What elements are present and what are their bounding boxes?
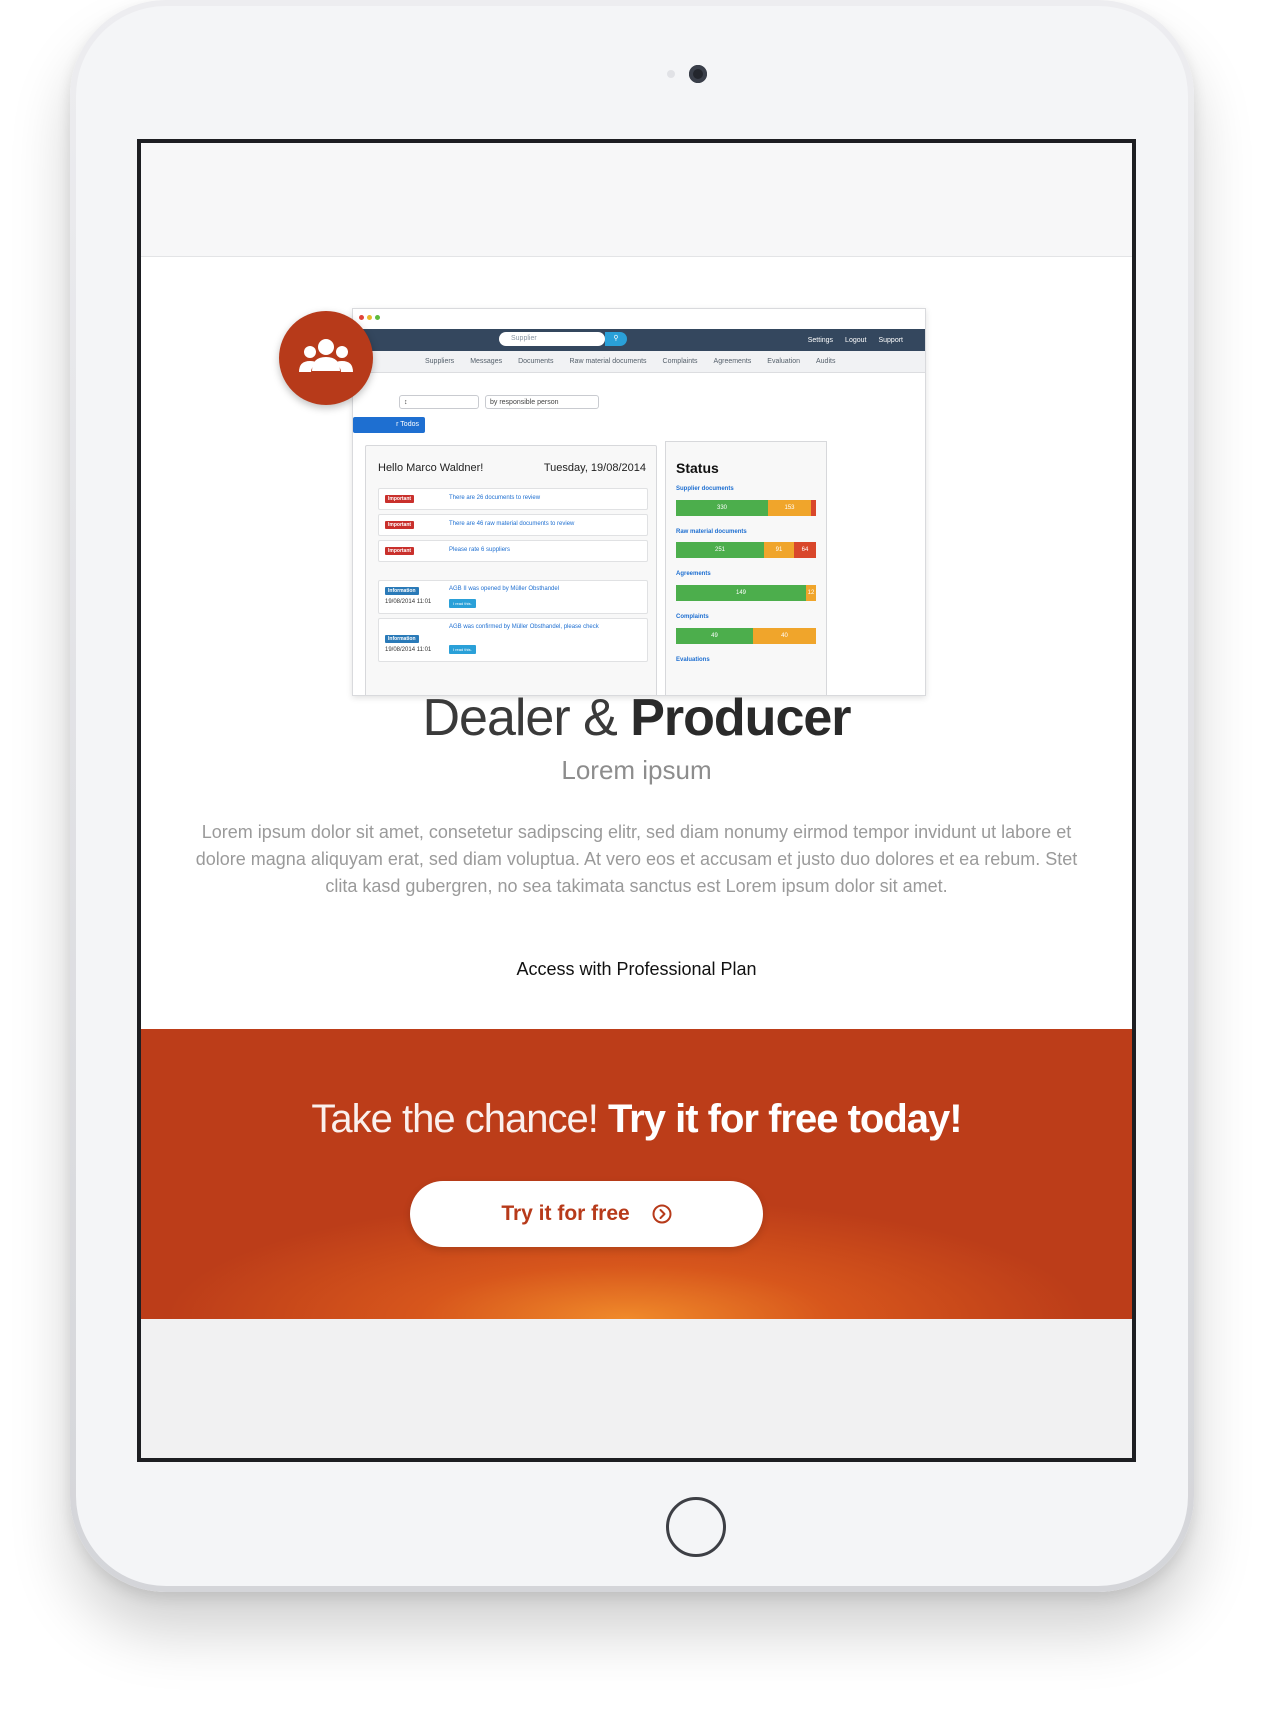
mock-important-text: Please rate 6 suppliers bbox=[449, 547, 511, 553]
feature-title-bold: Producer bbox=[630, 689, 851, 747]
footer-strip bbox=[141, 1319, 1132, 1458]
mock-status-label: Evaluations bbox=[676, 657, 710, 663]
tablet-screen: Supplier ⚲ Settings Logout Support Suppl… bbox=[137, 139, 1136, 1462]
mock-navbar: Supplier ⚲ Settings Logout Support bbox=[353, 329, 925, 351]
mock-todos-button: r Todos bbox=[353, 417, 425, 433]
light-sensor bbox=[667, 70, 675, 78]
mock-info-text: AGB II was opened by Müller Obsthandel bbox=[449, 586, 560, 592]
feature-subtitle: Lorem ipsum bbox=[561, 755, 712, 785]
mock-status-label: Supplier documents bbox=[676, 486, 734, 492]
bar-segment bbox=[811, 500, 816, 516]
mock-important-row: Important There are 26 documents to revi… bbox=[378, 488, 648, 510]
mock-tab: Raw material documents bbox=[569, 358, 647, 365]
mock-nav-support: Support bbox=[878, 336, 903, 344]
bar-segment: 64 bbox=[794, 542, 816, 558]
mock-nav-settings: Settings bbox=[807, 336, 834, 344]
dashboard-screenshot: Supplier ⚲ Settings Logout Support Suppl… bbox=[352, 308, 926, 696]
mock-tab: Complaints bbox=[662, 358, 698, 365]
home-button[interactable] bbox=[666, 1497, 726, 1557]
mock-tab: Agreements bbox=[713, 358, 752, 365]
mock-status-bar: 251 91 64 bbox=[676, 542, 816, 558]
feature-title: Dealer & Producer bbox=[141, 688, 1132, 748]
feature-description: Lorem ipsum dolor sit amet, consetetur s… bbox=[195, 822, 1078, 896]
cta-section: Take the chance! Try it for free today! … bbox=[141, 1029, 1132, 1319]
bar-segment: 91 bbox=[764, 542, 794, 558]
mock-important-badge: Important bbox=[385, 547, 415, 555]
mock-info-text: AGB was confirmed by Müller Obsthandel, … bbox=[449, 624, 599, 630]
mock-select-filter: ↕ bbox=[399, 395, 479, 409]
mock-tab: Messages bbox=[470, 358, 503, 365]
mock-tabs: Suppliers Messages Documents Raw materia… bbox=[353, 351, 925, 373]
mock-info-timestamp: 19/08/2014 11:01 bbox=[385, 599, 432, 605]
bar-segment: 153 bbox=[768, 500, 811, 516]
bar-segment: 49 bbox=[676, 628, 753, 644]
camera-icon bbox=[689, 65, 707, 83]
bar-segment: 40 bbox=[753, 628, 816, 644]
mock-search-icon: ⚲ bbox=[605, 332, 627, 346]
mock-info-badge: Information bbox=[385, 587, 419, 595]
cta-heading-light: Take the chance! bbox=[311, 1097, 608, 1141]
feature-title-light: Dealer & bbox=[422, 689, 631, 747]
mock-important-text: There are 46 raw material documents to r… bbox=[449, 521, 575, 527]
mock-tab: Documents bbox=[518, 358, 554, 365]
cta-heading-bold: Try it for free today! bbox=[607, 1097, 963, 1141]
mock-info-timestamp: 19/08/2014 11:01 bbox=[385, 647, 432, 653]
window-dot bbox=[375, 315, 380, 320]
bar-segment: 149 bbox=[676, 585, 806, 601]
mock-status-label: Raw material documents bbox=[676, 529, 747, 535]
mock-select-responsible-label: by responsible person bbox=[490, 399, 559, 406]
mock-important-row: Important There are 46 raw material docu… bbox=[378, 514, 648, 536]
mock-info-row: Information 19/08/2014 11:01 AGB was con… bbox=[378, 618, 648, 662]
mock-status-label: Agreements bbox=[676, 571, 711, 577]
mock-search-input: Supplier bbox=[499, 332, 605, 346]
mock-status-panel: Status Supplier documents 330 153 Raw ma… bbox=[665, 441, 827, 695]
mock-important-text: There are 26 documents to review bbox=[449, 495, 541, 501]
site-header bbox=[141, 143, 1132, 257]
mock-status-bar: 330 153 bbox=[676, 500, 816, 516]
mock-read-button: I read this. bbox=[449, 645, 476, 654]
mock-greeting: Hello Marco Waldner! bbox=[378, 462, 484, 474]
plan-access-note: Access with Professional Plan bbox=[516, 959, 757, 979]
mock-info-badge: Information bbox=[385, 635, 419, 643]
bar-segment: 12 bbox=[806, 585, 816, 601]
mock-status-title: Status bbox=[676, 460, 719, 476]
mock-todo-card: Hello Marco Waldner! Tuesday, 19/08/2014… bbox=[365, 445, 657, 695]
users-icon bbox=[279, 311, 373, 405]
try-free-button-label: Try it for free bbox=[501, 1202, 630, 1225]
users-icon-svg bbox=[299, 339, 353, 372]
bar-segment: 330 bbox=[676, 500, 768, 516]
bar-segment: 251 bbox=[676, 542, 764, 558]
mock-tab: Audits bbox=[816, 358, 836, 365]
mock-status-bar: 149 12 bbox=[676, 585, 816, 601]
mock-select-responsible: by responsible person bbox=[485, 395, 599, 409]
mock-important-badge: Important bbox=[385, 495, 415, 503]
mock-nav-links: Settings Logout Support bbox=[808, 329, 903, 351]
mock-status-bar: 49 40 bbox=[676, 628, 816, 644]
mock-tab: Suppliers bbox=[425, 358, 455, 365]
chevron-right-circle-icon bbox=[652, 1204, 672, 1224]
cta-heading: Take the chance! Try it for free today! bbox=[141, 1097, 1132, 1142]
mock-read-button: I read this. bbox=[449, 599, 476, 608]
mock-info-row: Information 19/08/2014 11:01 AGB II was … bbox=[378, 580, 648, 614]
try-free-button[interactable]: Try it for free bbox=[410, 1181, 763, 1247]
mock-date: Tuesday, 19/08/2014 bbox=[543, 462, 646, 474]
mock-important-row: Important Please rate 6 suppliers bbox=[378, 540, 648, 562]
mock-tab: Evaluation bbox=[767, 358, 800, 365]
mock-important-badge: Important bbox=[385, 521, 415, 529]
mock-status-label: Complaints bbox=[676, 614, 709, 620]
mock-nav-logout: Logout bbox=[845, 336, 867, 344]
